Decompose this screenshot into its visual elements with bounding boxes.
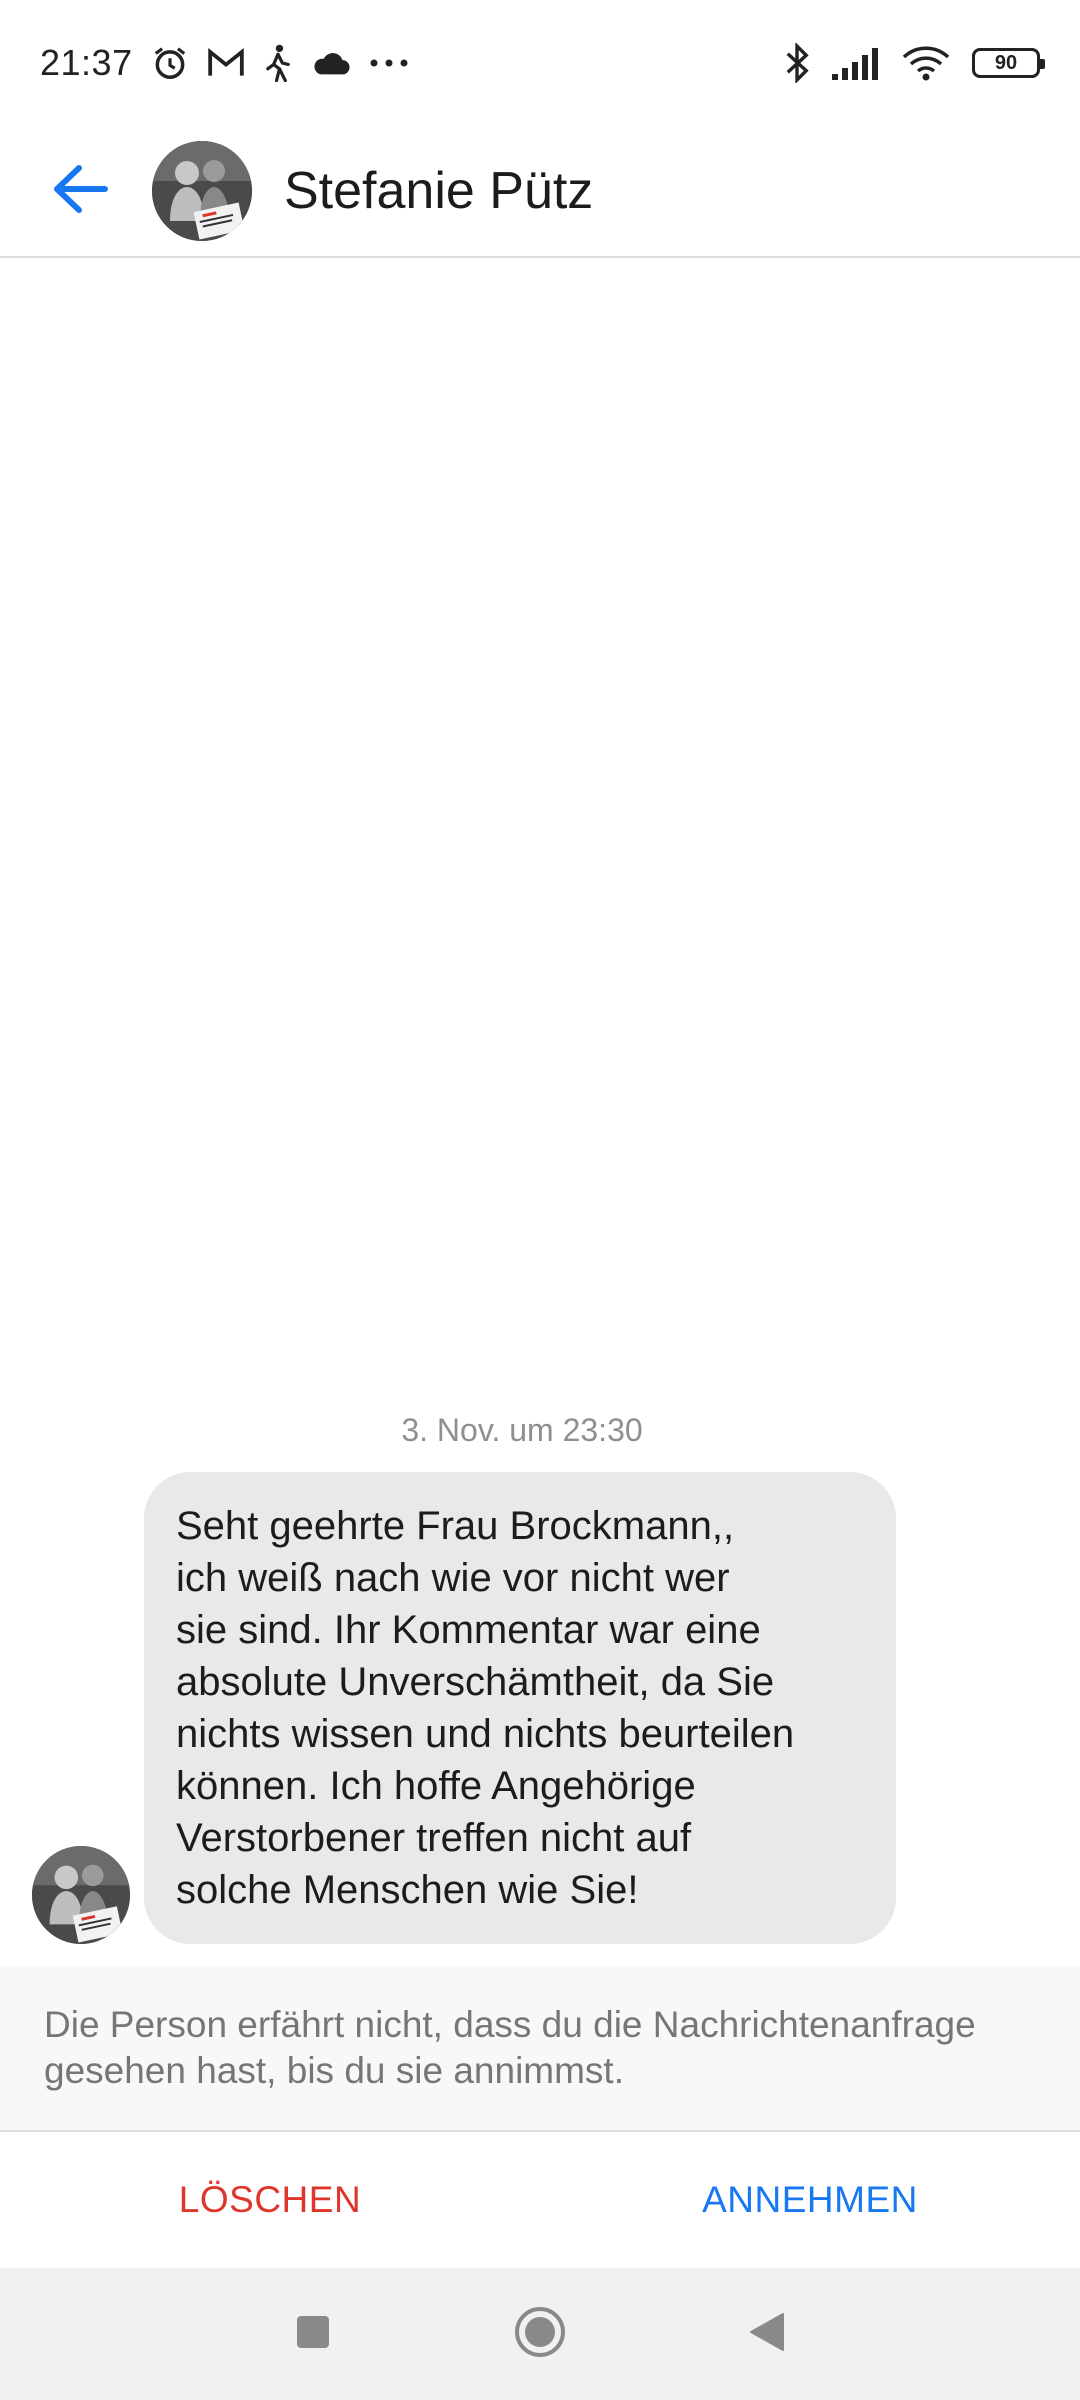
status-bar: 21:37 90 [0, 0, 1080, 126]
message-line: absolute Unverschämtheit, da Sie [176, 1660, 775, 1704]
request-actions: LÖSCHEN ANNEHMEN [0, 2134, 1080, 2266]
avatar-photo [152, 141, 252, 241]
status-right: 90 [784, 43, 1045, 83]
delete-button[interactable]: LÖSCHEN [0, 2134, 540, 2266]
more-dots-icon [369, 58, 409, 68]
wifi-icon [902, 45, 950, 81]
back-button[interactable] [30, 141, 130, 241]
battery-icon: 90 [972, 48, 1045, 78]
battery-level: 90 [994, 51, 1018, 74]
accept-button[interactable]: ANNEHMEN [540, 2134, 1080, 2266]
recents-button[interactable] [273, 2294, 353, 2374]
system-back-button[interactable] [727, 2294, 807, 2374]
back-triangle-icon [749, 2312, 785, 2357]
message-line: solche Menschen wie Sie! [176, 1868, 639, 1912]
message-line: sie sind. Ihr Kommentar war eine [176, 1608, 761, 1652]
conversation-header: Stefanie Pütz [0, 126, 1080, 258]
system-nav-bar [0, 2268, 1080, 2400]
home-circle-icon [513, 2305, 567, 2364]
message-row: Seht geehrte Frau Brockmann,, ich weiß n… [32, 1472, 896, 1944]
message-line: Seht geehrte Frau Brockmann,, [176, 1504, 735, 1548]
walking-icon [263, 44, 293, 82]
signal-icon [832, 46, 880, 80]
status-time: 21:37 [40, 42, 133, 83]
home-button[interactable] [500, 2294, 580, 2374]
message-line: Verstorbener treffen nicht auf [176, 1816, 692, 1860]
bluetooth-icon [784, 43, 810, 83]
avatar-photo [32, 1846, 130, 1944]
recents-square-icon [295, 2314, 331, 2355]
arrow-left-icon [51, 164, 109, 219]
message-line: ich weiß nach wie vor nicht wer [176, 1556, 730, 1600]
message-request-info: Die Person erfährt nicht, dass du die Na… [0, 1966, 1080, 2132]
cloud-icon [311, 49, 351, 77]
avatar[interactable] [152, 141, 252, 241]
status-left: 21:37 [40, 42, 409, 84]
message-line: nichts wissen und nichts beurteilen [176, 1712, 795, 1756]
message-line: können. Ich hoffe Angehörige [176, 1764, 696, 1808]
alarm-icon [151, 44, 189, 82]
contact-name[interactable]: Stefanie Pütz [284, 161, 593, 221]
message-timestamp: 3. Nov. um 23:30 [401, 1412, 643, 1448]
message-bubble[interactable]: Seht geehrte Frau Brockmann,, ich weiß n… [144, 1472, 896, 1944]
sender-avatar[interactable] [32, 1846, 130, 1944]
gmail-icon [207, 47, 245, 79]
